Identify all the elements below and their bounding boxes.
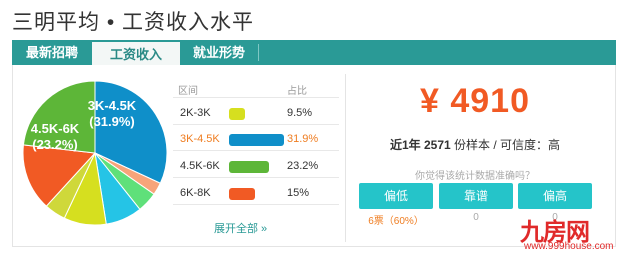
row-divider — [173, 204, 339, 205]
sample-suffix: 份样本 / 可信度： — [454, 138, 549, 152]
show-all-link[interactable]: 展开全部 » — [214, 220, 267, 236]
row-range-6k-8k: 6K-8K — [180, 187, 211, 199]
accuracy-question: 你觉得该统计数据准确吗？ — [415, 171, 535, 182]
pie-label-3k-4-5k-pct: (31.9%) — [89, 114, 135, 129]
column-header-share: 占比 — [287, 86, 307, 97]
row-pct-2k-3k: 9.5% — [287, 107, 313, 119]
average-salary: ¥ 4910 — [420, 82, 530, 120]
tab-employment[interactable]: 就业形势 — [180, 40, 258, 65]
row-bar-4-5k-6k — [229, 161, 269, 173]
row-range-3k-4-5k: 3K-4.5K — [180, 133, 220, 145]
row-bar-3k-4-5k — [229, 134, 284, 146]
row-divider — [173, 97, 339, 98]
pie-label-4-5k-6k-range: 4.5K-6K — [31, 121, 80, 136]
tab-bar: 最新招聘 工资收入 就业形势 — [12, 40, 616, 65]
tab-latest-jobs[interactable]: 最新招聘 — [12, 40, 92, 65]
row-pct-6k-8k: 15% — [287, 187, 310, 199]
confidence-level: 高 — [548, 138, 561, 152]
column-header-range: 区间 — [178, 86, 198, 97]
sample-count: 2571 — [423, 138, 451, 152]
vote-reliable-count: 0 — [473, 212, 479, 223]
sample-period: 近1年 — [389, 138, 421, 152]
row-bar-6k-8k — [229, 188, 255, 200]
row-range-2k-3k: 2K-3K — [180, 107, 211, 119]
row-divider — [173, 177, 339, 178]
vote-low-button[interactable]: 偏低 — [359, 183, 433, 209]
tab-salary[interactable]: 工资收入 — [92, 40, 180, 65]
pie-label-3k-4-5k-range: 3K-4.5K — [88, 98, 137, 113]
sample-info: 近1年 2571 份样本 / 可信度：高 — [346, 136, 604, 153]
row-bar-2k-3k — [229, 108, 245, 120]
salary-pie-chart: 3K-4.5K (31.9%) 4.5K-6K (23.2%) — [22, 80, 168, 226]
tab-separator — [258, 44, 259, 61]
vote-low-count: 6票（60%） — [368, 216, 424, 227]
pie-label-4-5k-6k-pct: (23.2%) — [32, 137, 78, 152]
vote-high-button[interactable]: 偏高 — [518, 183, 592, 209]
row-range-4-5k-6k: 4.5K-6K — [180, 160, 220, 172]
row-divider — [173, 150, 339, 151]
row-pct-3k-4-5k: 31.9% — [287, 133, 319, 145]
page-title: 三明平均 • 工资收入水平 — [12, 11, 255, 34]
vote-reliable-button[interactable]: 靠谱 — [439, 183, 513, 209]
row-pct-4-5k-6k: 23.2% — [287, 160, 319, 172]
watermark-url: www.999house.com — [524, 241, 614, 252]
row-divider — [173, 124, 339, 125]
